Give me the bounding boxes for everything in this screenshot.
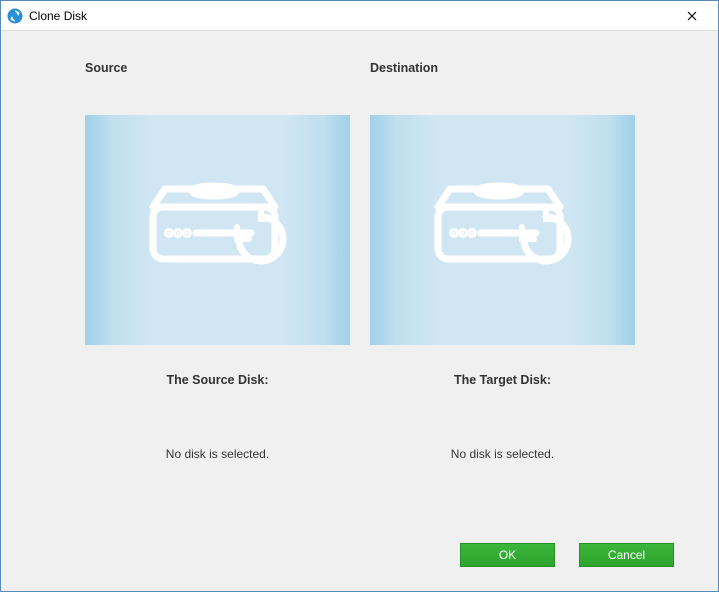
close-button[interactable] (672, 2, 712, 30)
destination-column: Destination (370, 61, 635, 535)
footer: OK Cancel (15, 535, 704, 591)
dialog-window: Clone Disk Source (0, 0, 719, 592)
app-icon (7, 8, 23, 24)
ok-button[interactable]: OK (460, 543, 555, 567)
destination-header: Destination (370, 61, 438, 75)
content-area: Source (1, 31, 718, 591)
disk-icon (133, 169, 303, 292)
window-title: Clone Disk (29, 9, 672, 23)
cancel-button[interactable]: Cancel (579, 543, 674, 567)
titlebar: Clone Disk (1, 1, 718, 31)
source-header: Source (85, 61, 127, 75)
source-disk-label: The Source Disk: (166, 373, 268, 387)
disk-icon (418, 169, 588, 292)
columns: Source (15, 41, 704, 535)
destination-disk-selector[interactable] (370, 115, 635, 345)
destination-disk-label: The Target Disk: (454, 373, 551, 387)
destination-disk-status: No disk is selected. (451, 447, 554, 461)
source-column: Source (85, 61, 350, 535)
source-disk-status: No disk is selected. (166, 447, 269, 461)
source-disk-selector[interactable] (85, 115, 350, 345)
